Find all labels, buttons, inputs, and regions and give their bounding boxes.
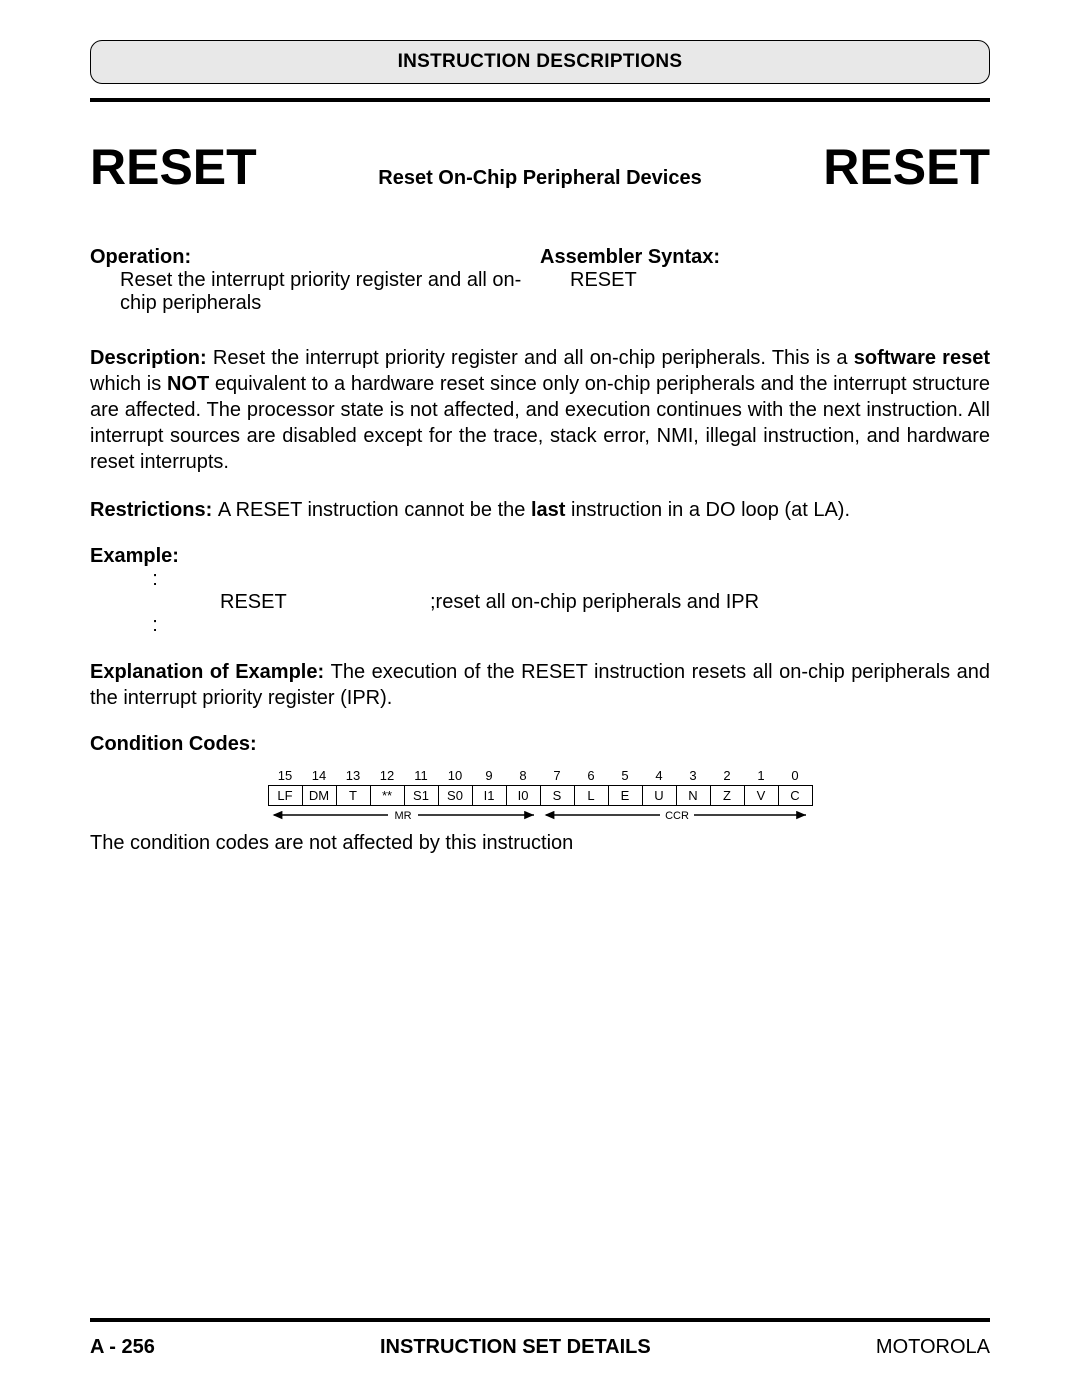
cc-bit-number: 7 xyxy=(540,766,574,786)
cc-bit-number: 13 xyxy=(336,766,370,786)
example-colon1: : xyxy=(90,568,220,591)
description-text-c: equivalent to a hardware reset since onl… xyxy=(90,373,990,473)
footer-divider xyxy=(90,1318,990,1322)
description-text-b: which is xyxy=(90,373,167,395)
cc-group-arrows: MR CCR xyxy=(268,806,812,824)
restrictions-text-b: instruction in a DO loop (at LA). xyxy=(565,499,850,521)
assembler-syntax-label: Assembler Syntax: xyxy=(540,246,990,269)
example-instruction: RESET xyxy=(220,591,430,614)
cc-bit-name: U xyxy=(642,786,676,806)
cc-bit-number: 14 xyxy=(302,766,336,786)
cc-bit-name: L xyxy=(574,786,608,806)
example-block: Example: : RESET ;reset all on-chip peri… xyxy=(90,545,990,637)
restrictions-lead: Restrictions: xyxy=(90,499,218,521)
cc-bit-number: 10 xyxy=(438,766,472,786)
cc-bit-number: 5 xyxy=(608,766,642,786)
cc-bit-name: LF xyxy=(268,786,302,806)
cc-bit-number: 9 xyxy=(472,766,506,786)
description-paragraph: Description: Reset the interrupt priorit… xyxy=(90,345,990,475)
cc-bit-number: 0 xyxy=(778,766,812,786)
explanation-paragraph: Explanation of Example: The execution of… xyxy=(90,659,990,711)
section-header: INSTRUCTION DESCRIPTIONS xyxy=(90,40,990,84)
operation-text: Reset the interrupt priority register an… xyxy=(90,269,530,315)
page-number: A - 256 xyxy=(90,1336,155,1359)
cc-bit-numbers: 1514131211109876543210 xyxy=(268,766,812,786)
cc-bit-number: 2 xyxy=(710,766,744,786)
cc-bit-name: T xyxy=(336,786,370,806)
cc-bit-number: 3 xyxy=(676,766,710,786)
example-label: Example: xyxy=(90,545,990,568)
divider xyxy=(90,98,990,102)
cc-bit-name: N xyxy=(676,786,710,806)
cc-bit-name: V xyxy=(744,786,778,806)
cc-bit-name: E xyxy=(608,786,642,806)
explanation-lead: Explanation of Example: xyxy=(90,661,331,683)
restrictions-paragraph: Restrictions: A RESET instruction cannot… xyxy=(90,497,990,523)
cc-bit-number: 8 xyxy=(506,766,540,786)
cc-bit-names: LFDMT**S1S0I1I0SLEUNZVC xyxy=(268,786,812,806)
cc-bit-name: S1 xyxy=(404,786,438,806)
assembler-syntax-text: RESET xyxy=(540,269,990,292)
mnemonic-left: RESET xyxy=(90,138,257,196)
cc-bit-name: C xyxy=(778,786,812,806)
cc-bit-number: 4 xyxy=(642,766,676,786)
cc-bit-name: I0 xyxy=(506,786,540,806)
cc-bit-name: S xyxy=(540,786,574,806)
restrictions-text-a: A RESET instruction cannot be the xyxy=(218,499,531,521)
cc-bit-name: S0 xyxy=(438,786,472,806)
condition-codes-label: Condition Codes: xyxy=(90,733,990,756)
cc-bit-number: 12 xyxy=(370,766,404,786)
instruction-subtitle: Reset On-Chip Peripheral Devices xyxy=(257,167,824,190)
description-lead: Description: xyxy=(90,347,213,369)
example-colon2: : xyxy=(90,614,220,637)
footer-title: INSTRUCTION SET DETAILS xyxy=(380,1336,651,1359)
operation-syntax-row: Operation: Reset the interrupt priority … xyxy=(90,246,990,315)
condition-codes-note: The condition codes are not affected by … xyxy=(90,832,990,855)
restrictions-bold1: last xyxy=(531,499,565,521)
svg-text:CCR: CCR xyxy=(665,810,689,822)
cc-bit-number: 15 xyxy=(268,766,302,786)
description-bold2: NOT xyxy=(167,373,209,395)
description-text-a: Reset the interrupt priority register an… xyxy=(213,347,854,369)
condition-codes-table: 1514131211109876543210 LFDMT**S1S0I1I0SL… xyxy=(90,766,990,824)
footer-brand: MOTOROLA xyxy=(876,1336,990,1359)
mnemonic-right: RESET xyxy=(823,138,990,196)
cc-bit-number: 11 xyxy=(404,766,438,786)
cc-bit-name: I1 xyxy=(472,786,506,806)
example-comment: ;reset all on-chip peripherals and IPR xyxy=(430,591,990,614)
cc-bit-name: DM xyxy=(302,786,336,806)
cc-bit-name: Z xyxy=(710,786,744,806)
operation-label: Operation: xyxy=(90,246,530,269)
cc-bit-number: 1 xyxy=(744,766,778,786)
cc-bit-name: ** xyxy=(370,786,404,806)
description-bold1: software reset xyxy=(854,347,990,369)
instruction-title-row: RESET Reset On-Chip Peripheral Devices R… xyxy=(90,138,990,196)
cc-bit-number: 6 xyxy=(574,766,608,786)
page-footer: A - 256 INSTRUCTION SET DETAILS MOTOROLA xyxy=(90,1318,990,1359)
svg-text:MR: MR xyxy=(394,810,411,822)
